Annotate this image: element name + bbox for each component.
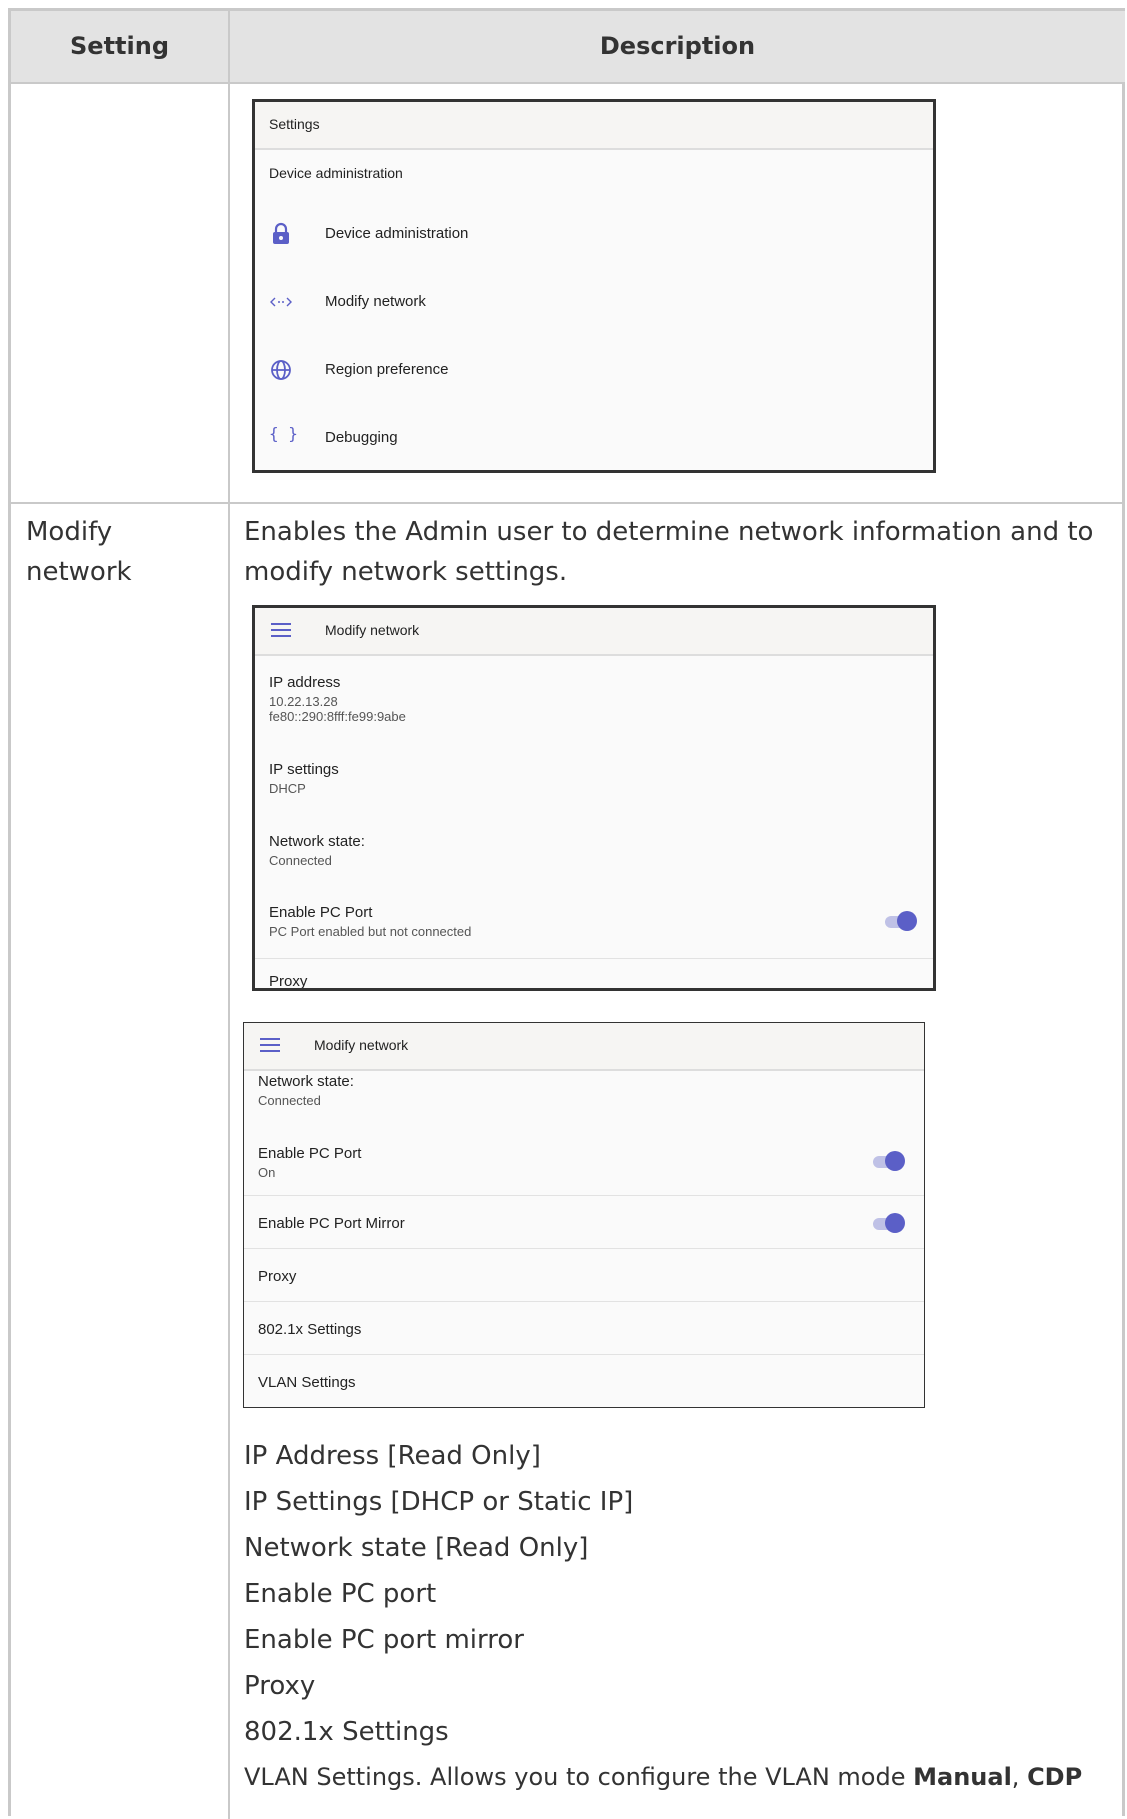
network-state-label: Network state: <box>258 1073 354 1090</box>
modify-network-title-bar: Modify network <box>255 608 933 656</box>
menu-item-label: Debugging <box>325 429 398 446</box>
menu-item-label: Modify network <box>325 293 426 310</box>
column-divider <box>228 11 230 1819</box>
list-item: IP Address [Read Only] <box>244 1441 541 1471</box>
ip-address-label: IP address <box>269 674 341 691</box>
enable-pc-port-value: On <box>258 1165 276 1180</box>
list-item: Network state [Read Only] <box>244 1533 589 1563</box>
modify-network-title-bar: Modify network <box>244 1023 924 1071</box>
network-state-value: Connected <box>258 1093 321 1108</box>
hamburger-menu-icon[interactable] <box>271 623 291 637</box>
list-item: Proxy <box>244 1671 316 1701</box>
settings-title: Settings <box>269 116 320 132</box>
dot1x-settings-row[interactable]: 802.1x Settings <box>258 1321 361 1338</box>
vlan-settings-row[interactable]: VLAN Settings <box>258 1374 356 1391</box>
list-item-vlan: VLAN Settings. Allows you to configure t… <box>244 1763 1082 1791</box>
modify-network-title: Modify network <box>325 622 420 638</box>
vlan-mode-manual: Manual <box>913 1763 1012 1791</box>
braces-icon: { } <box>269 424 298 443</box>
list-item: Enable PC port mirror <box>244 1625 524 1655</box>
pc-port-mirror-toggle[interactable] <box>871 1212 905 1234</box>
vlan-text: VLAN Settings. Allows you to configure t… <box>244 1763 914 1791</box>
enable-pc-port-label: Enable PC Port <box>258 1145 362 1162</box>
modify-network-title: Modify network <box>314 1037 409 1053</box>
modify-network-screenshot-2: Modify network Network state: Connected … <box>243 1022 925 1408</box>
separator <box>244 1354 924 1355</box>
separator <box>255 958 933 959</box>
list-item: IP Settings [DHCP or Static IP] <box>244 1487 634 1517</box>
section-header: Device administration <box>269 165 403 181</box>
list-item: 802.1x Settings <box>244 1717 449 1747</box>
separator <box>244 1248 924 1249</box>
setting-name-text: Modify network <box>26 517 132 587</box>
list-item: Enable PC port <box>244 1579 437 1609</box>
enable-pc-port-mirror-label: Enable PC Port Mirror <box>258 1215 405 1232</box>
network-state-label: Network state: <box>269 833 365 850</box>
proxy-row[interactable]: Proxy <box>258 1268 296 1285</box>
settings-screenshot: Settings Device administration Device ad… <box>252 99 936 473</box>
pc-port-toggle[interactable] <box>871 1150 905 1172</box>
network-state-value: Connected <box>269 853 332 868</box>
pc-port-toggle[interactable] <box>883 910 917 932</box>
settings-title-bar: Settings <box>255 102 933 150</box>
ip-address-v4: 10.22.13.28 <box>269 694 338 709</box>
setting-modify-network: Modify network <box>26 512 196 592</box>
modify-network-description: Enables the Admin user to determine netw… <box>244 517 1094 587</box>
table-header: Setting Description <box>11 11 1125 84</box>
globe-icon <box>271 360 291 380</box>
separator <box>244 1301 924 1302</box>
row-divider <box>11 502 1125 504</box>
vlan-mode-cdp: CDP <box>1027 1763 1083 1791</box>
ip-settings-label: IP settings <box>269 761 339 778</box>
lock-icon <box>273 222 289 244</box>
menu-item-label: Region preference <box>325 361 449 378</box>
enable-pc-port-value: PC Port enabled but not connected <box>269 924 472 939</box>
proxy-row[interactable]: Proxy <box>269 973 307 988</box>
enable-pc-port-label: Enable PC Port <box>269 904 373 921</box>
hamburger-menu-icon[interactable] <box>260 1038 280 1052</box>
vlan-separator: , <box>1011 1763 1028 1791</box>
ip-address-v6: fe80::290:8fff:fe99:9abe <box>269 709 406 724</box>
menu-item-label: Device administration <box>325 225 469 242</box>
network-arrows-icon <box>270 297 292 307</box>
header-description: Description <box>599 32 756 60</box>
ip-settings-value: DHCP <box>269 781 306 796</box>
separator <box>244 1195 924 1196</box>
header-setting: Setting <box>70 32 169 60</box>
modify-network-screenshot-1: Modify network IP address 10.22.13.28 fe… <box>252 605 936 991</box>
